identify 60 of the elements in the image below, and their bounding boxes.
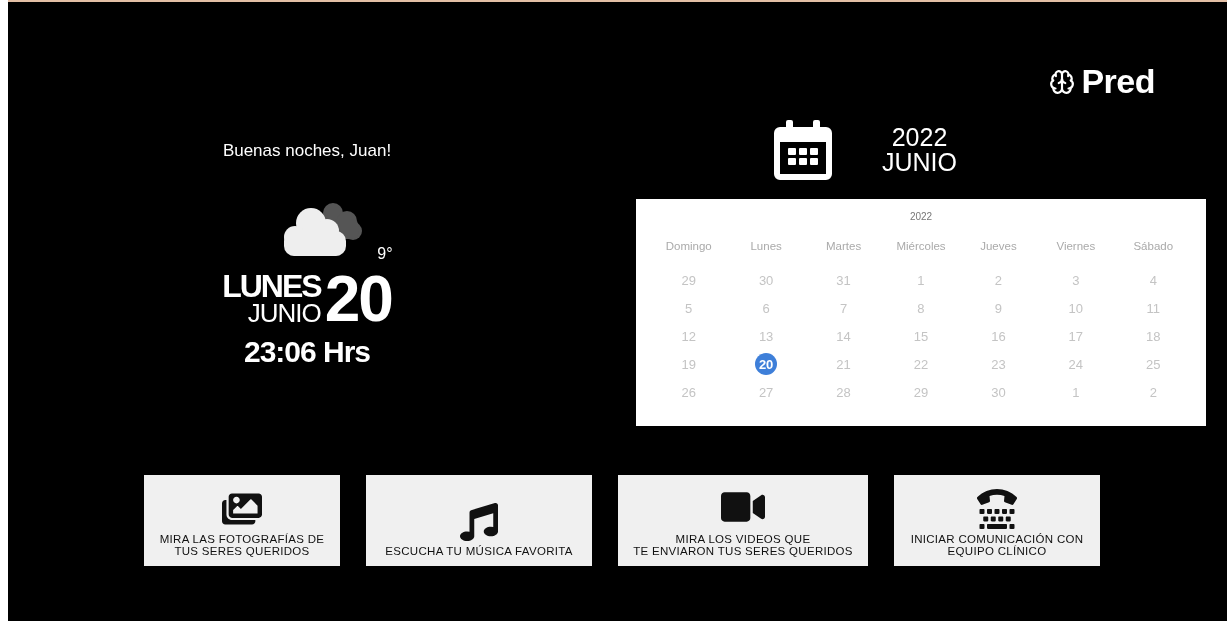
calendar-day[interactable]: 31 [832,269,855,291]
weekday-label: Sábado [1133,240,1174,252]
calendar-icon [774,120,832,180]
calendar-day[interactable]: 26 [677,381,700,403]
header-year: 2022 [891,124,948,150]
calendar-day[interactable]: 13 [755,325,778,347]
calendar-day[interactable]: 29 [677,269,700,291]
calendar-day[interactable]: 12 [677,325,700,347]
calendar-day[interactable]: 20 [755,353,778,375]
logo-text: Pred [1081,62,1155,101]
calendar-day[interactable]: 18 [1142,325,1165,347]
calendar-day[interactable]: 1 [910,269,932,291]
calendar-day[interactable]: 2 [987,269,1010,291]
temperature-text: 9° [377,245,393,263]
weekday-label: Viernes [1056,240,1096,252]
calendar-day[interactable]: 16 [987,325,1010,347]
calendar-day[interactable]: 19 [677,353,700,375]
weekday-text: LUNES [222,272,321,302]
day-number: 20 [324,267,392,331]
calendar-day[interactable]: 1 [1064,381,1087,403]
weekday-label: Lunes [750,240,782,252]
calendar-day[interactable]: 11 [1142,297,1165,319]
weekday-label: Jueves [980,240,1017,252]
calendar-day[interactable]: 3 [1064,269,1087,291]
calendar-day[interactable]: 27 [755,381,778,403]
weekday-label: Domingo [665,240,712,252]
calendar-day[interactable]: 9 [987,297,1010,319]
weekday-label: Martes [826,240,862,252]
calendar-day[interactable]: 22 [910,353,932,375]
calendar-day[interactable]: 2 [1142,381,1165,403]
header-month: JUNIO [882,150,957,176]
calendar-day[interactable]: 30 [755,269,778,291]
calendar-day[interactable]: 24 [1064,353,1087,375]
calendar-day[interactable]: 10 [1064,297,1087,319]
calendar-day[interactable]: 29 [910,381,932,403]
calendar-day[interactable]: 5 [677,297,700,319]
calendar-day[interactable]: 17 [1064,325,1087,347]
telephone-icon [977,488,1017,529]
calendar-day[interactable]: 4 [1142,269,1165,291]
greeting-text: Buenas noches, Juan! [222,141,392,161]
calendar-day[interactable]: 28 [832,381,855,403]
videos-button[interactable]: MIRA LOS VIDEOS QUE TE ENVIARON TUS SERES QUERIDOS [618,475,868,566]
calendar-day[interactable]: 14 [832,325,855,347]
month-text: JUNIO [247,301,321,326]
call-button[interactable]: INICIAR COMUNICACIÓN CON EQUIPO CLÍNICO [894,475,1100,566]
music-note-icon [460,503,498,542]
music-button[interactable]: ESCUCHA TU MÚSICA FAVORITA [366,475,592,566]
calendar-year: 2022 [909,211,933,222]
calendar-day[interactable]: 15 [910,325,932,347]
photos-button[interactable]: MIRA LAS FOTOGRAFÍAS DE TUS SERES QUERIDOS [144,475,340,566]
calendar-day[interactable]: 25 [1142,353,1165,375]
calendar-day[interactable]: 7 [832,297,855,319]
brain-icon [1049,68,1076,95]
calendar-day[interactable]: 8 [910,297,932,319]
weekday-label: Miércoles [896,240,946,252]
calendar-day[interactable]: 23 [987,353,1010,375]
calendar-day[interactable]: 30 [987,381,1010,403]
calendar-day[interactable]: 21 [832,353,855,375]
calendar-day[interactable]: 6 [755,297,778,319]
time-text: 23:06 Hrs [243,335,371,369]
